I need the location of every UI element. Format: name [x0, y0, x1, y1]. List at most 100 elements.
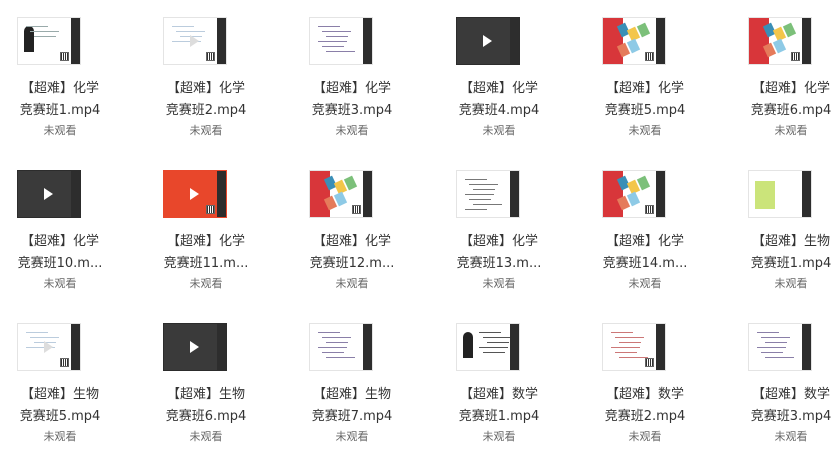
file-name-line2: 竞赛班11.m... — [163, 256, 249, 271]
file-grid: 【超难】化学 竞赛班1.mp4 未观看 【超难】化学 竞赛班2.mp4 未观看 【超难】化学… — [0, 0, 834, 475]
file-name-line1: 【超难】化学 — [751, 81, 830, 96]
thumbnail-sidebar — [363, 324, 372, 370]
file-name-line1: 【超难】化学 — [166, 81, 245, 96]
text-line — [465, 179, 487, 180]
video-file-item[interactable]: 【超难】数学 竞赛班1.mp4 未观看 — [439, 306, 559, 456]
text-line — [757, 332, 779, 333]
text-line — [761, 337, 790, 338]
file-name-line2: 竞赛班14.m... — [602, 256, 688, 271]
video-file-item[interactable]: 【超难】生物 竞赛班6.mp4 未观看 — [146, 306, 266, 456]
file-name-line2: 竞赛班1.mp4 — [19, 103, 101, 118]
qr-code-icon — [645, 52, 654, 61]
text-line — [483, 352, 505, 353]
thumbnail-sidebar — [71, 171, 80, 217]
file-name: 【超难】生物 竞赛班5.mp4 — [0, 384, 120, 428]
video-file-item[interactable]: 【超难】化学 竞赛班14.m... 未观看 — [585, 153, 705, 303]
thumbnail-sidebar — [656, 18, 665, 64]
video-thumbnail — [17, 323, 81, 371]
watch-status: 未观看 — [482, 430, 516, 443]
video-file-item[interactable]: 【超难】化学 竞赛班11.m... 未观看 — [146, 153, 266, 303]
video-thumbnail — [748, 170, 812, 218]
text-line — [479, 332, 501, 333]
watch-status: 未观看 — [482, 124, 516, 137]
qr-code-icon — [60, 358, 69, 367]
play-icon — [190, 341, 199, 353]
file-name-line2: 竞赛班2.mp4 — [165, 103, 247, 118]
video-file-item[interactable]: 【超难】化学 竞赛班5.mp4 未观看 — [585, 0, 705, 150]
file-name-line2: 竞赛班1.mp4 — [458, 409, 540, 424]
watch-status: 未观看 — [189, 277, 223, 290]
file-name-line1: 【超难】生物 — [20, 387, 99, 402]
file-name: 【超难】化学 竞赛班10.m... — [0, 231, 120, 275]
video-file-item[interactable]: 【超难】化学 竞赛班4.mp4 未观看 — [439, 0, 559, 150]
file-name: 【超难】化学 竞赛班11.m... — [146, 231, 266, 275]
video-thumbnail — [748, 323, 812, 371]
thumbnail-sidebar — [802, 18, 811, 64]
file-name-line2: 竞赛班3.mp4 — [311, 103, 393, 118]
watch-status: 未观看 — [189, 124, 223, 137]
file-name: 【超难】化学 竞赛班1.mp4 — [0, 78, 120, 122]
file-name-line2: 竞赛班6.mp4 — [750, 103, 832, 118]
qr-code-icon — [645, 205, 654, 214]
text-line — [322, 31, 351, 32]
text-line — [465, 194, 494, 195]
text-line — [469, 199, 491, 200]
video-file-item[interactable]: 【超难】生物 竞赛班1.mp4 未观看 — [731, 153, 834, 303]
video-thumbnail — [602, 170, 666, 218]
video-thumbnail — [163, 17, 227, 65]
video-file-item[interactable]: 【超难】生物 竞赛班7.mp4 未观看 — [292, 306, 412, 456]
watch-status: 未观看 — [335, 430, 369, 443]
qr-code-icon — [645, 358, 654, 367]
video-file-item[interactable]: 【超难】化学 竞赛班2.mp4 未观看 — [146, 0, 266, 150]
file-name-line2: 竞赛班5.mp4 — [604, 103, 686, 118]
video-file-item[interactable]: 【超难】化学 竞赛班13.m... 未观看 — [439, 153, 559, 303]
video-thumbnail — [309, 17, 373, 65]
file-name: 【超难】化学 竞赛班14.m... — [585, 231, 705, 275]
watch-status: 未观看 — [774, 430, 808, 443]
watch-status: 未观看 — [189, 430, 223, 443]
text-line — [765, 357, 794, 358]
text-line — [322, 46, 344, 47]
play-icon — [44, 341, 53, 353]
video-file-item[interactable]: 【超难】数学 竞赛班2.mp4 未观看 — [585, 306, 705, 456]
file-name: 【超难】数学 竞赛班1.mp4 — [439, 384, 559, 428]
video-file-item[interactable]: 【超难】化学 竞赛班10.m... 未观看 — [0, 153, 120, 303]
text-line — [473, 189, 495, 190]
file-name-line2: 竞赛班10.m... — [17, 256, 103, 271]
video-file-item[interactable]: 【超难】化学 竞赛班12.m... 未观看 — [292, 153, 412, 303]
play-icon — [190, 35, 199, 47]
text-line — [757, 347, 786, 348]
video-file-item[interactable]: 【超难】化学 竞赛班3.mp4 未观看 — [292, 0, 412, 150]
watch-status: 未观看 — [43, 277, 77, 290]
video-thumbnail — [309, 170, 373, 218]
text-line — [619, 342, 641, 343]
qr-code-icon — [352, 205, 361, 214]
text-line — [469, 184, 498, 185]
file-name-line1: 【超难】生物 — [166, 387, 245, 402]
video-thumbnail — [163, 323, 227, 371]
video-file-item[interactable]: 【超难】化学 竞赛班6.mp4 未观看 — [731, 0, 834, 150]
text-line — [34, 36, 56, 37]
file-name-line1: 【超难】生物 — [312, 387, 391, 402]
thumbnail-sidebar — [217, 324, 226, 370]
file-name-line2: 竞赛班6.mp4 — [165, 409, 247, 424]
video-file-item[interactable]: 【超难】生物 竞赛班5.mp4 未观看 — [0, 306, 120, 456]
file-name: 【超难】数学 竞赛班2.mp4 — [585, 384, 705, 428]
video-thumbnail — [17, 17, 81, 65]
thumbnail-sidebar — [802, 171, 811, 217]
text-line — [483, 337, 512, 338]
file-name: 【超难】生物 竞赛班6.mp4 — [146, 384, 266, 428]
text-line — [611, 332, 633, 333]
file-name-line2: 竞赛班13.m... — [456, 256, 542, 271]
thumbnail-sidebar — [363, 171, 372, 217]
file-name: 【超难】化学 竞赛班5.mp4 — [585, 78, 705, 122]
watch-status: 未观看 — [335, 277, 369, 290]
video-file-item[interactable]: 【超难】化学 竞赛班1.mp4 未观看 — [0, 0, 120, 150]
presenter-figure — [24, 26, 34, 52]
video-file-item[interactable]: 【超难】数学 竞赛班3.mp4 未观看 — [731, 306, 834, 456]
file-name-line1: 【超难】数学 — [459, 387, 538, 402]
play-icon — [483, 35, 492, 47]
text-line — [326, 357, 355, 358]
file-name-line1: 【超难】化学 — [459, 234, 538, 249]
watch-status: 未观看 — [628, 277, 662, 290]
